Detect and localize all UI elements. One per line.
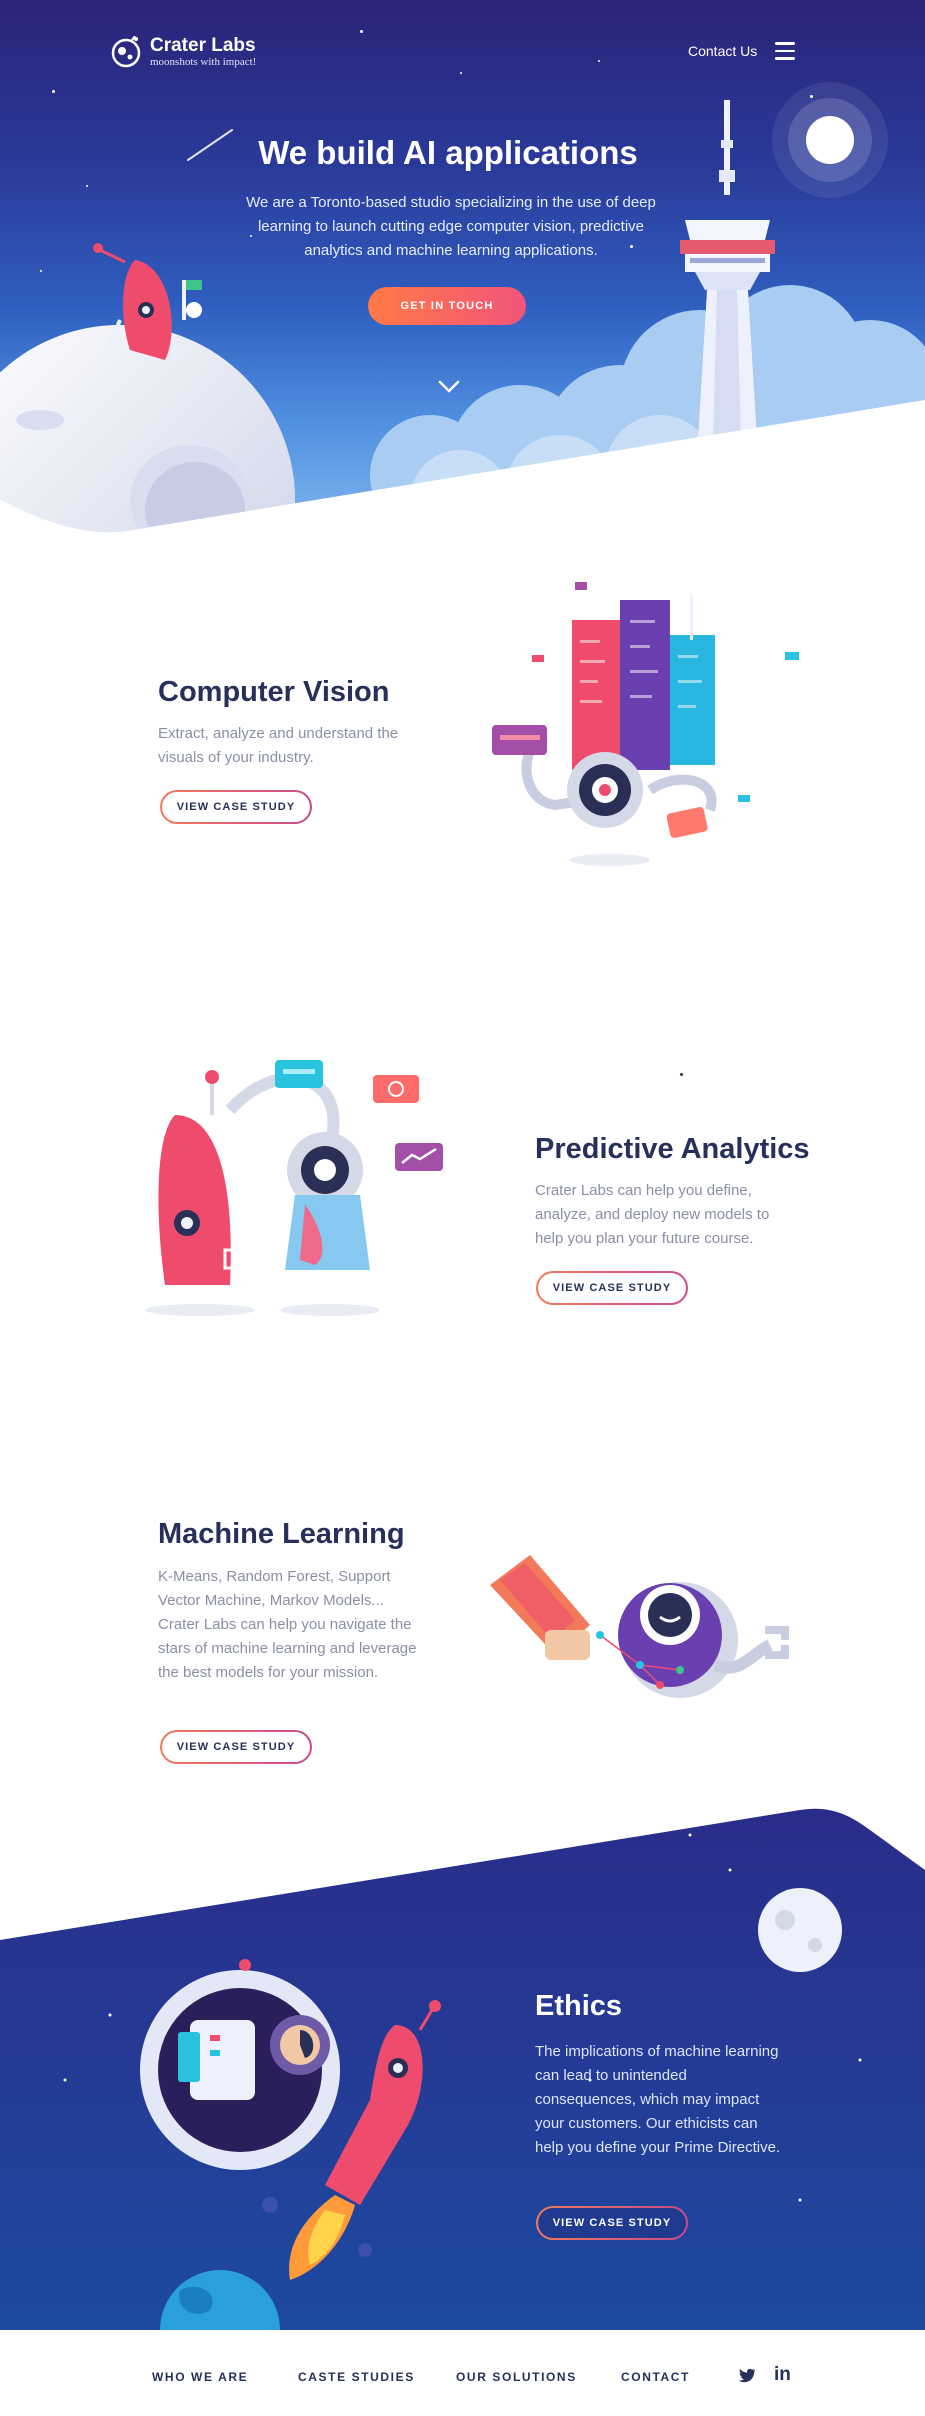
predictive-analytics-title: Predictive Analytics (535, 1133, 810, 1165)
machine-learning-text: K-Means, Random Forest, Support Vector M… (158, 1568, 417, 1681)
crater-logo-icon (111, 36, 141, 68)
hero-diagonal-divider (0, 400, 925, 560)
hero-section: Crater Labs moonshots with impact! Conta… (0, 0, 925, 560)
logo[interactable]: Crater Labs moonshots with impact! (110, 36, 256, 68)
linkedin-icon[interactable]: in (774, 2364, 791, 2386)
contact-us-link[interactable]: Contact Us (688, 43, 757, 59)
computer-vision-case-study-button[interactable]: VIEW CASE STUDY (160, 790, 312, 824)
chevron-down-icon[interactable] (438, 380, 460, 394)
footer-link-case-studies[interactable]: CASTE STUDIES (298, 2370, 415, 2384)
hamburger-menu-icon[interactable] (775, 42, 795, 60)
computer-vision-title: Computer Vision (158, 676, 390, 708)
dot (680, 1073, 683, 1076)
ethics-case-study-button[interactable]: VIEW CASE STUDY (536, 2206, 688, 2240)
footer-link-our-solutions[interactable]: OUR SOLUTIONS (456, 2370, 577, 2384)
machine-learning-illustration (490, 1555, 789, 1698)
hero-description: We are a Toronto-based studio specializi… (246, 194, 656, 259)
ethics-text: The implications of machine learning can… (535, 2043, 781, 2156)
footer-link-who-we-are[interactable]: WHO WE ARE (152, 2370, 248, 2384)
ethics-section: Ethics The implications of machine learn… (0, 1800, 925, 2330)
computer-vision-text: Extract, analyze and understand the visu… (158, 725, 399, 766)
computer-vision-illustration (492, 582, 799, 866)
predictive-analytics-text: Crater Labs can help you define, analyze… (535, 1182, 770, 1247)
machine-learning-title: Machine Learning (158, 1518, 405, 1550)
ethics-background (0, 1808, 925, 2330)
ethics-title: Ethics (535, 1990, 623, 2022)
footer-link-contact[interactable]: CONTACT (621, 2370, 690, 2384)
logo-name: Crater Labs (150, 35, 256, 56)
footer: WHO WE ARE CASTE STUDIES OUR SOLUTIONS C… (0, 2330, 925, 2416)
twitter-icon[interactable] (738, 2368, 756, 2383)
predictive-analytics-case-study-button[interactable]: VIEW CASE STUDY (536, 1271, 688, 1305)
hero-title: We build AI applications (258, 134, 638, 171)
get-in-touch-button[interactable]: GET IN TOUCH (368, 287, 526, 325)
logo-tagline: moonshots with impact! (150, 56, 257, 68)
predictive-analytics-illustration (145, 1060, 443, 1316)
machine-learning-case-study-button[interactable]: VIEW CASE STUDY (160, 1730, 312, 1764)
